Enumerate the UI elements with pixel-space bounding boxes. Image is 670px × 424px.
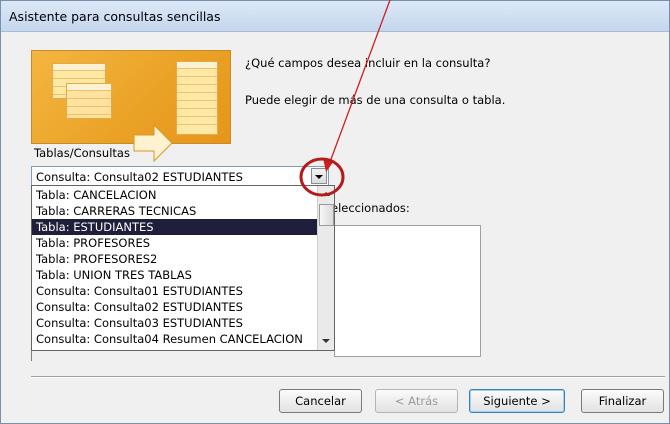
chevron-down-icon[interactable]: [311, 168, 327, 184]
dropdown-option-highlighted[interactable]: Tabla: ESTUDIANTES: [32, 219, 317, 235]
source-table-graphic-2: [66, 83, 112, 119]
dropdown-option[interactable]: Consulta: Consulta04 Resumen CANCELACION: [32, 331, 317, 347]
tables-queries-label: Tablas/Consultas: [34, 146, 130, 160]
next-button[interactable]: Siguiente >: [469, 389, 565, 413]
cancel-button[interactable]: Cancelar: [279, 389, 362, 413]
back-button[interactable]: < Atrás: [375, 389, 458, 413]
selected-fields-label: eleccionados:: [331, 201, 410, 215]
dropdown-option[interactable]: Consulta: Consulta02 ESTUDIANTES: [32, 299, 317, 315]
scroll-up-icon[interactable]: [319, 187, 333, 201]
scroll-thumb[interactable]: [319, 204, 334, 226]
title-bar[interactable]: Asistente para consultas sencillas: [1, 1, 669, 32]
tables-queries-combobox[interactable]: Consulta: Consulta02 ESTUDIANTES: [31, 166, 329, 186]
finish-button[interactable]: Finalizar: [581, 389, 664, 413]
dropdown-option[interactable]: Consulta: Consulta01 ESTUDIANTES: [32, 283, 317, 299]
arrow-right-icon: [133, 123, 173, 163]
result-table-graphic: [176, 61, 218, 135]
dropdown-option[interactable]: Tabla: PROFESORES: [32, 235, 317, 251]
combobox-value: Consulta: Consulta02 ESTUDIANTES: [36, 170, 243, 184]
dropdown-scrollbar[interactable]: [317, 186, 334, 350]
dropdown-option[interactable]: Consulta: Consulta03 ESTUDIANTES: [32, 315, 317, 331]
tables-queries-dropdown[interactable]: Tabla: CANCELACION Tabla: CARRERAS TECNI…: [31, 185, 335, 351]
footer-separator: [31, 376, 665, 378]
wizard-hint: Puede elegir de más de una consulta o ta…: [245, 93, 506, 107]
dropdown-option[interactable]: Tabla: UNION TRES TABLAS: [32, 267, 317, 283]
dropdown-option[interactable]: Tabla: CARRERAS TECNICAS: [32, 203, 317, 219]
selected-fields-list[interactable]: [334, 225, 481, 357]
scroll-down-icon[interactable]: [319, 334, 333, 348]
dropdown-option[interactable]: Tabla: CANCELACION: [32, 187, 317, 203]
dropdown-option[interactable]: Tabla: PROFESORES2: [32, 251, 317, 267]
available-fields-list-edge: [31, 351, 36, 361]
window-title: Asistente para consultas sencillas: [9, 9, 221, 24]
wizard-banner-image: [31, 50, 231, 163]
wizard-window: Asistente para consultas sencillas ¿Qué …: [0, 0, 670, 424]
wizard-question: ¿Qué campos desea incluir en la consulta…: [245, 56, 491, 70]
